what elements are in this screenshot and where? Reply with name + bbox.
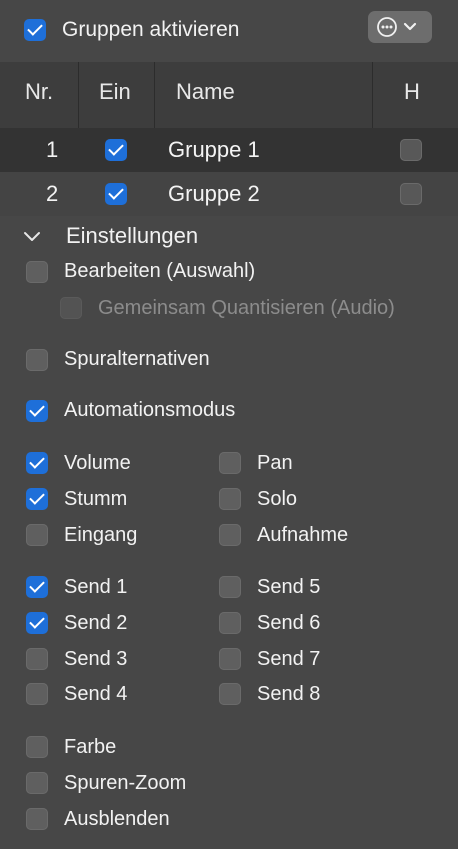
volume-label: Volume bbox=[64, 452, 131, 474]
solo-label: Solo bbox=[257, 488, 298, 510]
color-checkbox[interactable] bbox=[26, 736, 48, 758]
hide-checkbox[interactable] bbox=[26, 808, 48, 830]
send-2-checkbox[interactable] bbox=[26, 612, 48, 634]
column-header-nr[interactable]: Nr. bbox=[25, 62, 53, 122]
send-6-checkbox[interactable] bbox=[219, 612, 241, 634]
mute-label: Stumm bbox=[64, 488, 128, 510]
volume-checkbox[interactable] bbox=[26, 452, 48, 474]
column-header-name[interactable]: Name bbox=[176, 62, 235, 122]
send-1-label: Send 1 bbox=[64, 576, 128, 598]
automation-mode-label: Automationsmodus bbox=[64, 399, 236, 421]
table-row[interactable]: 1 Gruppe 1 bbox=[0, 128, 458, 172]
hide-label: Ausblenden bbox=[64, 808, 170, 830]
quantize-audio-label: Gemeinsam Quantisieren (Audio) bbox=[98, 297, 395, 319]
send-5-label: Send 5 bbox=[257, 576, 321, 598]
automation-mode-checkbox[interactable] bbox=[26, 400, 48, 422]
send-7-label: Send 7 bbox=[257, 648, 321, 670]
edit-selection-label: Bearbeiten (Auswahl) bbox=[64, 260, 256, 282]
quantize-audio-checkbox bbox=[60, 297, 82, 319]
mute-checkbox[interactable] bbox=[26, 488, 48, 510]
enable-groups-label: Gruppen aktivieren bbox=[62, 18, 240, 41]
pan-label: Pan bbox=[257, 452, 293, 474]
record-label: Aufnahme bbox=[257, 524, 349, 546]
row-name[interactable]: Gruppe 2 bbox=[168, 172, 260, 216]
row-hide-checkbox[interactable] bbox=[400, 183, 422, 205]
row-number: 2 bbox=[46, 181, 59, 206]
send-2-label: Send 2 bbox=[64, 612, 128, 634]
input-label: Eingang bbox=[64, 524, 138, 546]
send-6-label: Send 6 bbox=[257, 612, 321, 634]
settings-disclosure[interactable] bbox=[22, 226, 42, 251]
send-1-checkbox[interactable] bbox=[26, 576, 48, 598]
color-label: Farbe bbox=[64, 736, 117, 758]
input-checkbox[interactable] bbox=[26, 524, 48, 546]
column-header-on[interactable]: Ein bbox=[99, 62, 131, 122]
chevron-down-icon bbox=[24, 232, 40, 241]
send-8-label: Send 8 bbox=[257, 683, 321, 705]
track-zoom-label: Spuren-Zoom bbox=[64, 772, 187, 794]
send-4-label: Send 4 bbox=[64, 683, 128, 705]
ellipsis-circle-icon bbox=[377, 17, 417, 37]
track-alternatives-checkbox[interactable] bbox=[26, 349, 48, 371]
options-menu-button[interactable] bbox=[368, 11, 432, 43]
send-4-checkbox[interactable] bbox=[26, 683, 48, 705]
table-row[interactable]: 2 Gruppe 2 bbox=[0, 172, 458, 216]
edit-selection-checkbox[interactable] bbox=[26, 261, 48, 283]
group-header: Gruppen aktivieren bbox=[0, 0, 458, 60]
row-hide-checkbox[interactable] bbox=[400, 139, 422, 161]
send-7-checkbox[interactable] bbox=[219, 648, 241, 670]
group-table: Nr. Ein Name H 1 Gruppe 1 2 Gruppe 2 bbox=[0, 62, 458, 216]
column-header-hide[interactable]: H bbox=[404, 62, 420, 122]
row-name[interactable]: Gruppe 1 bbox=[168, 128, 260, 172]
row-number: 1 bbox=[46, 137, 59, 162]
record-checkbox[interactable] bbox=[219, 524, 241, 546]
track-zoom-checkbox[interactable] bbox=[26, 772, 48, 794]
send-5-checkbox[interactable] bbox=[219, 576, 241, 598]
pan-checkbox[interactable] bbox=[219, 452, 241, 474]
row-on-checkbox[interactable] bbox=[105, 139, 127, 161]
track-alternatives-label: Spuralternativen bbox=[64, 348, 210, 370]
send-8-checkbox[interactable] bbox=[219, 683, 241, 705]
row-on-checkbox[interactable] bbox=[105, 183, 127, 205]
solo-checkbox[interactable] bbox=[219, 488, 241, 510]
send-3-checkbox[interactable] bbox=[26, 648, 48, 670]
settings-title: Einstellungen bbox=[66, 223, 199, 248]
send-3-label: Send 3 bbox=[64, 648, 128, 670]
enable-groups-checkbox[interactable] bbox=[24, 19, 46, 41]
